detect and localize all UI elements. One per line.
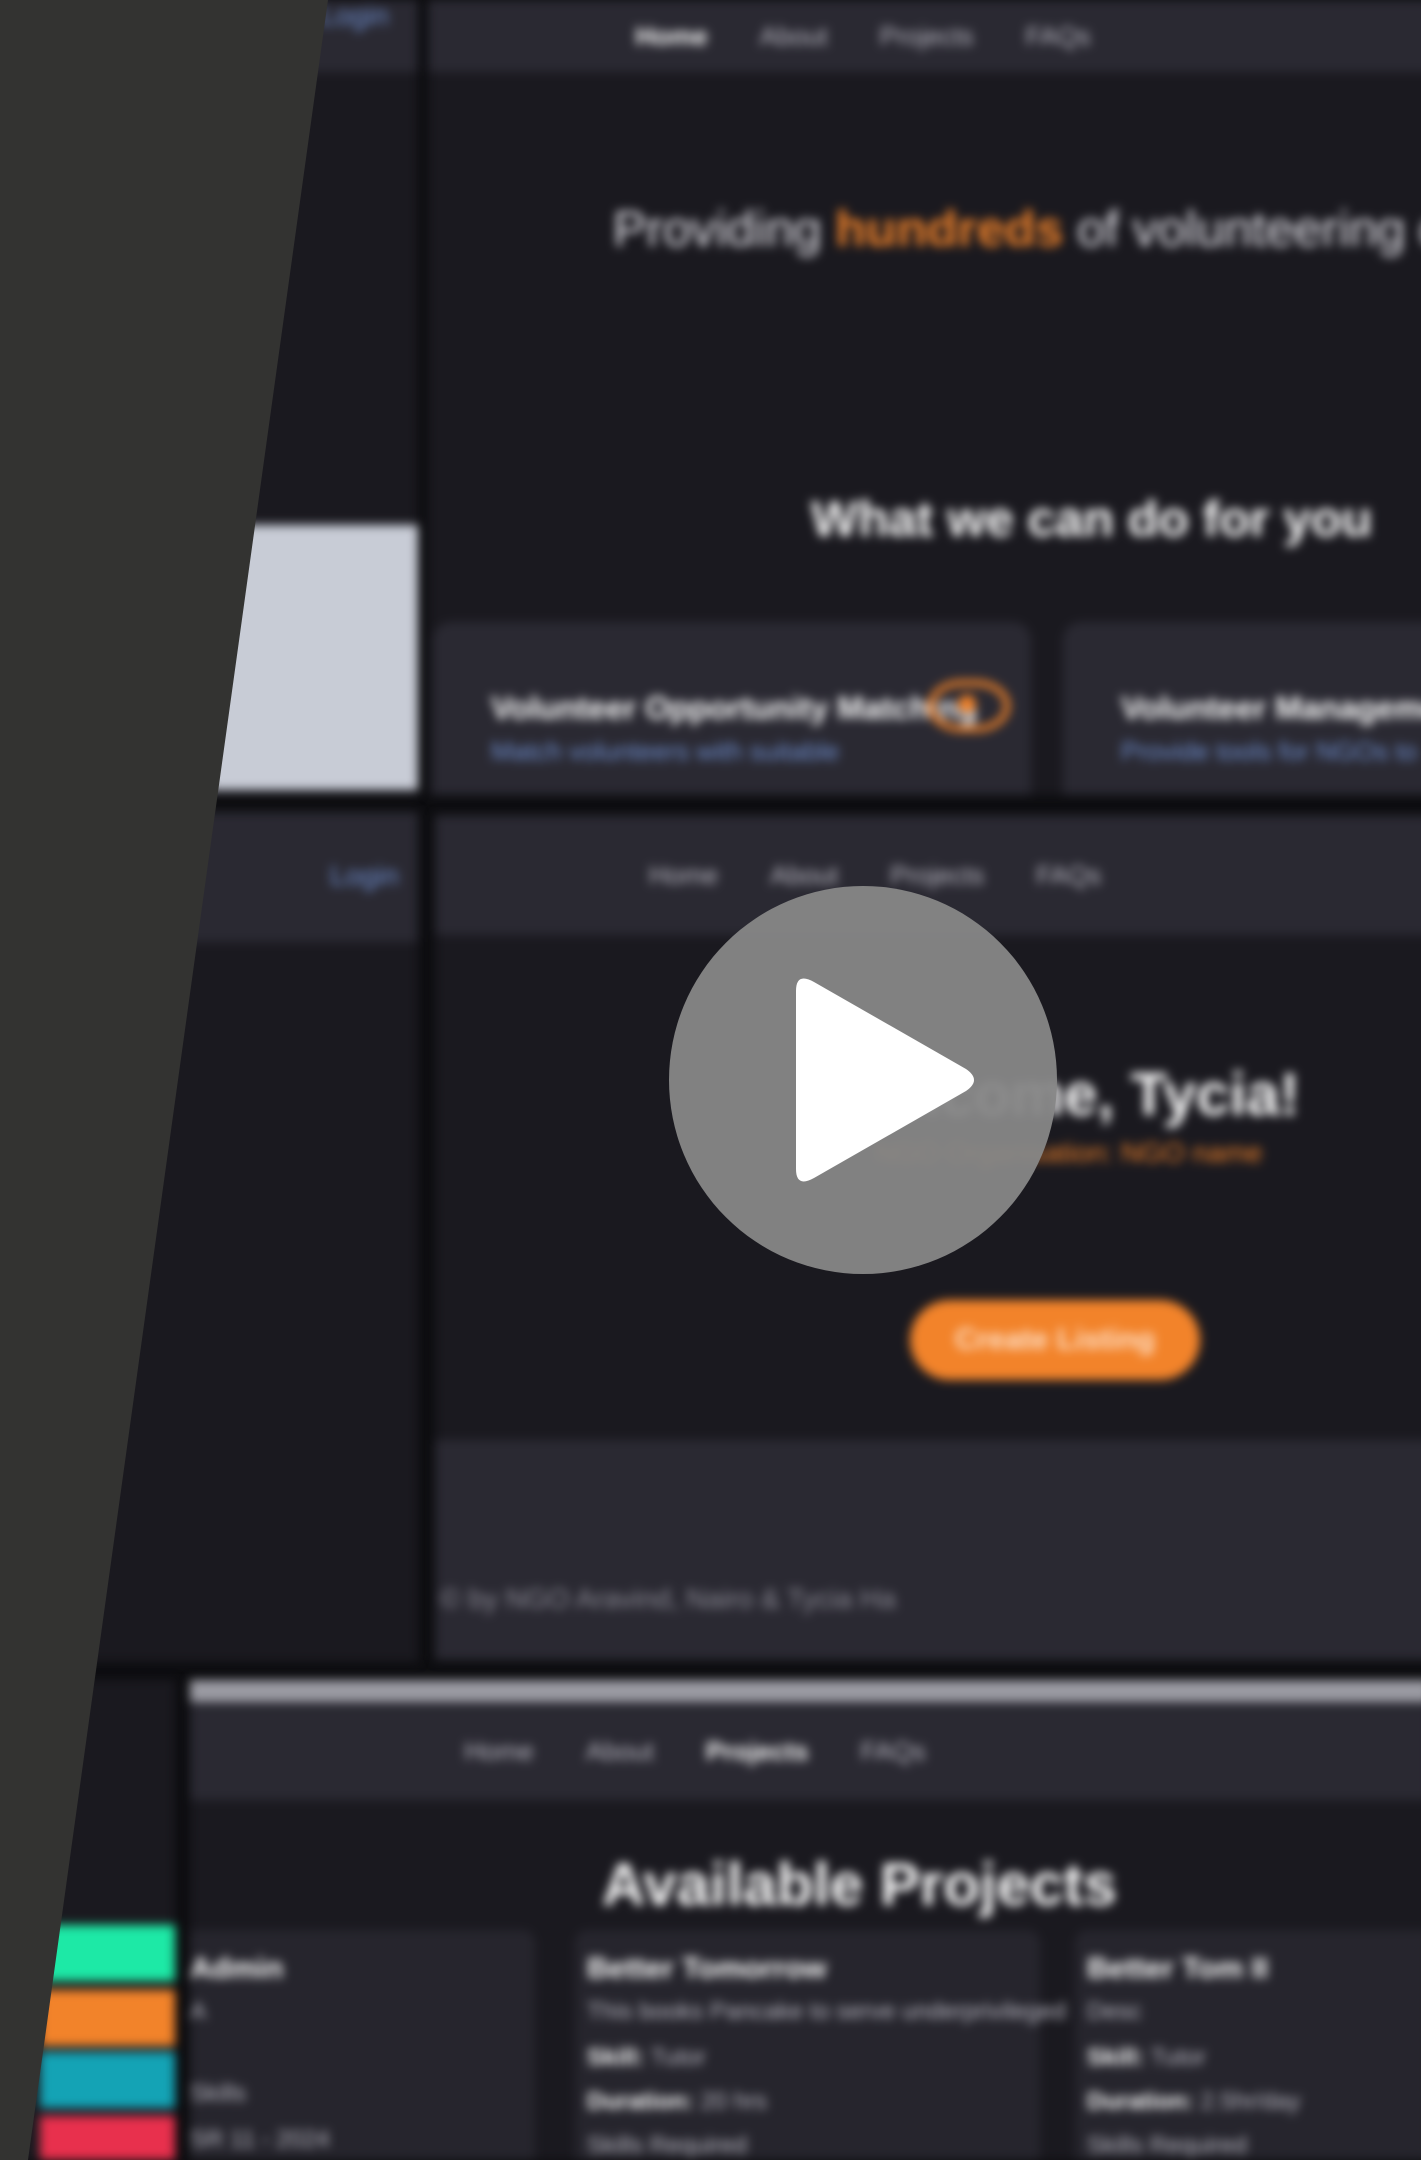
play-triangle (796, 978, 974, 1182)
overlay-shape (0, 0, 328, 2160)
play-icon (796, 978, 974, 1182)
video-play-button[interactable] (669, 886, 1057, 1274)
